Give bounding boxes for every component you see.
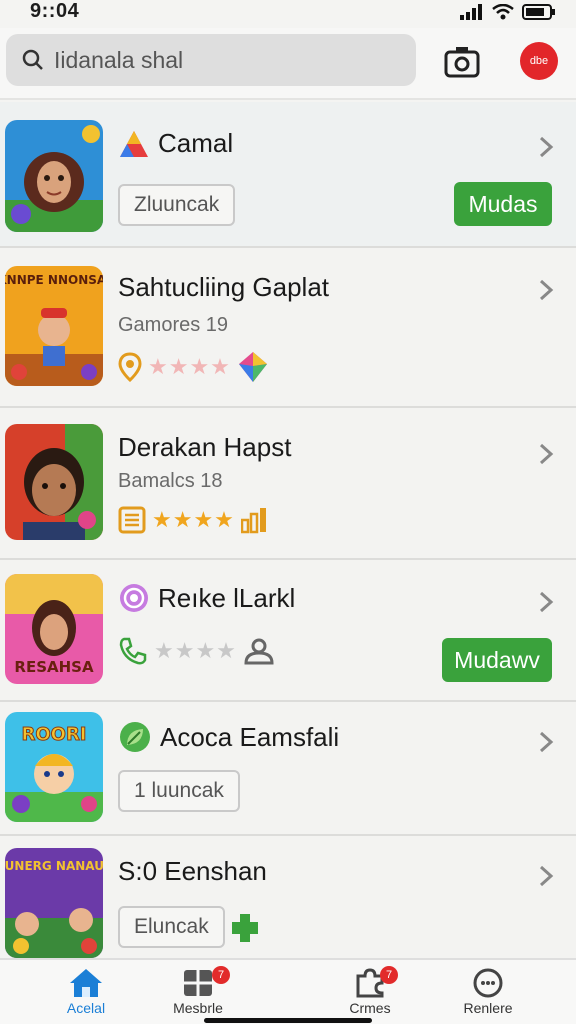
item-meta: ★★★★ xyxy=(118,350,269,384)
home-indicator xyxy=(204,1018,372,1023)
chevron-right-icon[interactable] xyxy=(536,135,556,159)
thumb-text: ROORI xyxy=(21,724,86,745)
chevron-right-icon[interactable] xyxy=(536,730,556,754)
launch-button[interactable]: Zluuncak xyxy=(118,184,236,226)
app-thumbnail: KNNPE NNONSAI xyxy=(5,266,103,386)
nav-mobile[interactable]: 7 Mesbrle xyxy=(148,966,248,1016)
thumb-text: RESAHSA xyxy=(14,658,94,676)
camera-icon xyxy=(444,47,480,78)
item-title: Camal xyxy=(118,128,233,159)
chevron-right-icon[interactable] xyxy=(536,864,556,888)
action-button[interactable]: Mudawv xyxy=(442,638,552,682)
more-icon xyxy=(473,968,503,998)
item-meta: ★★★★ xyxy=(118,506,267,534)
kite-icon xyxy=(238,352,267,382)
camera-button[interactable] xyxy=(440,42,484,82)
app-thumbnail: RESAHSA xyxy=(5,574,103,684)
nav-label: Acelal xyxy=(66,1000,106,1016)
rating-stars: ★★★★ xyxy=(154,638,237,663)
app-thumbnail xyxy=(5,424,103,540)
nav-more[interactable]: Renlere xyxy=(438,966,538,1016)
thumb-text: KNNPE NNONSAI xyxy=(5,273,103,287)
app-thumbnail: RUNERG NANAUS xyxy=(5,848,103,958)
notification-badge: 7 xyxy=(380,966,398,984)
item-meta: ★★★★ xyxy=(118,636,275,666)
chevron-right-icon[interactable] xyxy=(536,278,556,302)
list-item[interactable]: RESAHSA Reıke lLarkl ★★★★ Mudawv xyxy=(0,560,576,702)
avatar[interactable]: dbe xyxy=(520,42,558,80)
chevron-right-icon[interactable] xyxy=(536,590,556,614)
status-icons xyxy=(460,4,556,20)
list-item[interactable]: Derakan Hapst Bamalcs 18 ★★★★ xyxy=(0,408,576,560)
battery-icon xyxy=(522,4,555,20)
signal-icon xyxy=(460,4,482,20)
status-time: 9::04 xyxy=(30,0,80,22)
rating-stars: ★★★★ xyxy=(152,507,235,532)
bar-chart-icon xyxy=(240,508,266,534)
item-title: Sahtucliing Gaplat xyxy=(118,272,330,302)
phone-icon xyxy=(119,637,147,665)
rating-stars: ★★★★ xyxy=(148,354,231,379)
podcast-icon xyxy=(120,584,148,612)
grid-icon xyxy=(184,970,212,996)
search-placeholder: Iidanala shal xyxy=(54,46,184,73)
nav-label: Mesbrle xyxy=(173,1000,223,1016)
nav-home[interactable]: Acelal xyxy=(36,966,136,1016)
item-title: S:0 Eenshan xyxy=(118,856,267,886)
nav-games[interactable]: 7 Crmes xyxy=(320,966,420,1016)
app-thumbnail xyxy=(5,120,103,232)
search-icon xyxy=(22,49,43,70)
item-subtitle: Bamalcs 18 xyxy=(118,470,223,492)
chevron-right-icon[interactable] xyxy=(536,442,556,466)
app-thumbnail: ROORI xyxy=(5,712,103,822)
thumb-text: RUNERG NANAUS xyxy=(5,859,103,873)
nav-label: Renlere xyxy=(463,1000,513,1016)
action-button[interactable]: Mudas xyxy=(454,182,552,226)
app-list: Camal Zluuncak Mudas KNNPE NNONSAI Sahtu… xyxy=(0,102,576,958)
top-bar: Iidanala shal dbe xyxy=(0,28,576,100)
item-title: Derakan Hapst xyxy=(118,432,292,462)
wifi-icon xyxy=(492,4,514,20)
list-box-icon xyxy=(118,506,146,534)
launch-button[interactable]: Eluncak xyxy=(118,906,225,948)
list-item[interactable]: RUNERG NANAUS S:0 Eenshan Eluncak xyxy=(0,836,576,958)
search-input[interactable]: Iidanala shal xyxy=(6,34,416,86)
leaf-icon xyxy=(120,722,150,752)
item-title: Reıke lLarkl xyxy=(118,582,295,614)
home-icon xyxy=(70,969,102,997)
list-item[interactable]: ROORI Acoca Eamsfali 1 luuncak xyxy=(0,702,576,836)
notification-badge: 7 xyxy=(212,966,230,984)
plus-puzzle-icon xyxy=(232,914,258,942)
status-bar: 9::04 xyxy=(0,0,576,28)
list-item[interactable]: Camal Zluuncak Mudas xyxy=(0,102,576,248)
launch-button[interactable]: 1 luuncak xyxy=(118,770,240,812)
item-subtitle: Gamores 19 xyxy=(118,314,229,336)
location-pin-icon xyxy=(118,352,142,382)
triangle-logo-icon xyxy=(120,130,148,157)
bottom-nav: Acelal 7 Mesbrle 7 Crmes Renlere xyxy=(0,958,576,1024)
nav-label: Crmes xyxy=(349,1000,391,1016)
list-item[interactable]: KNNPE NNONSAI Sahtucliing Gaplat Gamores… xyxy=(0,248,576,408)
user-icon xyxy=(244,638,274,665)
item-title: Acoca Eamsfali xyxy=(118,720,339,754)
